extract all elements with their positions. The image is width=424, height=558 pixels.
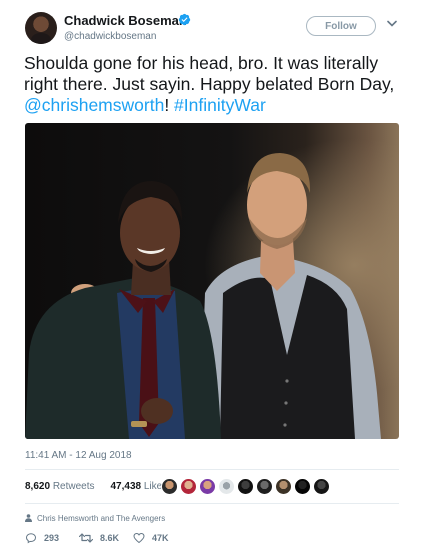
reply-icon (25, 533, 37, 544)
retweets-label: Retweets (52, 481, 95, 492)
tweet-stats: 8,620 Retweets 47,438 Likes (25, 481, 183, 492)
follow-button[interactable]: Follow (306, 16, 376, 36)
liker-avatar[interactable] (256, 478, 273, 495)
like-button[interactable]: 47K (133, 532, 169, 544)
liker-avatar[interactable] (275, 478, 292, 495)
tweet-photo[interactable] (25, 123, 399, 439)
photo-illustration (25, 123, 399, 439)
liker-avatar[interactable] (180, 478, 197, 495)
reply-count: 293 (44, 533, 60, 543)
divider (25, 469, 399, 470)
person-icon (25, 514, 32, 522)
tweet-timestamp[interactable]: 11:41 AM - 12 Aug 2018 (25, 450, 132, 461)
tweet-card: Chadwick Boseman @chadwickboseman Follow… (0, 0, 424, 558)
liker-avatar[interactable] (199, 478, 216, 495)
chevron-down-icon[interactable] (387, 20, 397, 28)
avatar[interactable] (25, 12, 57, 44)
author-handle[interactable]: @chadwickboseman (64, 31, 156, 42)
likes-count: 47,438 (110, 481, 142, 492)
divider (25, 503, 399, 504)
liker-avatar[interactable] (313, 478, 330, 495)
liker-avatar[interactable] (237, 478, 254, 495)
heart-icon (133, 532, 145, 544)
social-context-text: Chris Hemsworth and The Avengers (37, 514, 166, 523)
liker-avatar[interactable] (218, 478, 235, 495)
reply-button[interactable]: 293 (25, 532, 59, 544)
mention-link[interactable]: @chrishemsworth (24, 95, 164, 115)
tweet-text-part: Shoulda gone for his head, bro. It was l… (24, 53, 395, 94)
liker-avatar[interactable] (294, 478, 311, 495)
hashtag-link[interactable]: #InfinityWar (174, 95, 266, 115)
social-context[interactable]: Chris Hemsworth and The Avengers (25, 514, 165, 523)
like-count: 47K (152, 533, 169, 543)
retweet-button[interactable]: 8.6K (79, 532, 119, 544)
liker-avatar[interactable] (161, 478, 178, 495)
tweet-text-part: ! (164, 95, 175, 115)
retweet-count: 8.6K (100, 533, 120, 543)
verified-badge-icon (178, 13, 191, 26)
tweet-text: Shoulda gone for his head, bro. It was l… (24, 53, 404, 116)
author-name[interactable]: Chadwick Boseman (64, 13, 187, 28)
retweets-count: 8,620 (25, 481, 51, 492)
retweets-stat[interactable]: 8,620 Retweets (25, 481, 103, 492)
retweet-icon (79, 533, 93, 543)
